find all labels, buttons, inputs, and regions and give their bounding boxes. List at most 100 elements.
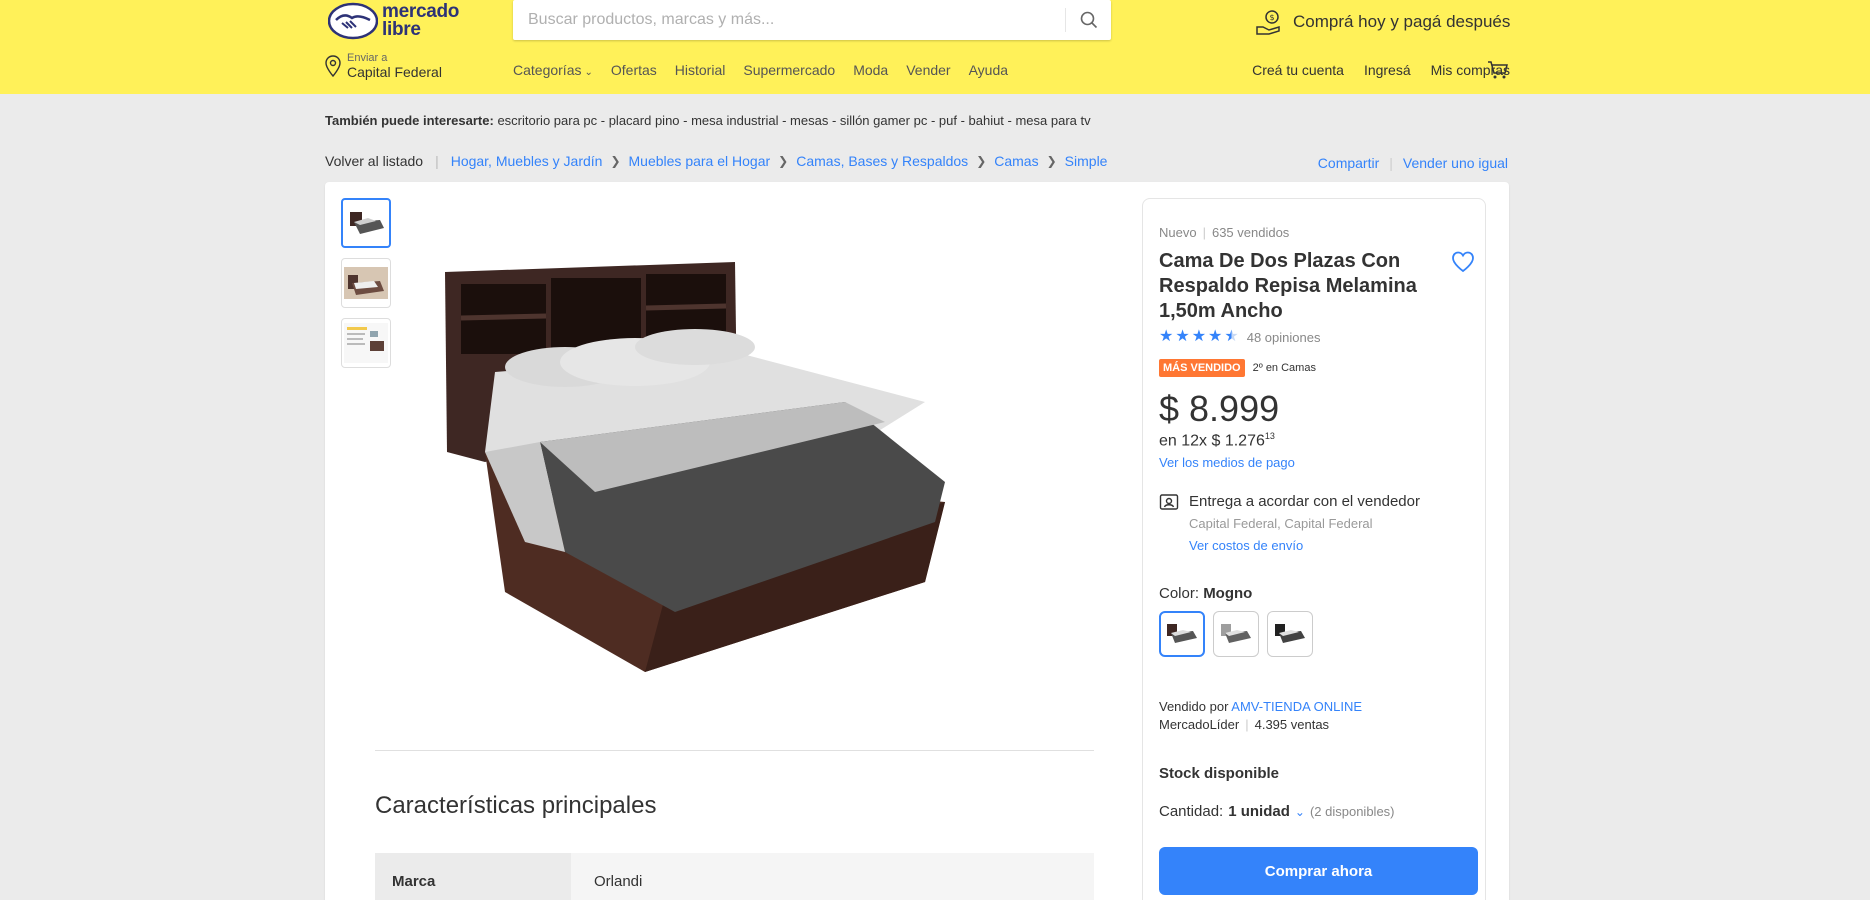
nav-historial[interactable]: Historial xyxy=(675,62,726,78)
chevron-right-icon: ❯ xyxy=(778,154,789,168)
share-actions: Compartir | Vender uno igual xyxy=(1318,155,1508,171)
heart-icon xyxy=(1452,251,1474,273)
quantity-value[interactable]: 1 unidad xyxy=(1228,803,1290,820)
seller-level: MercadoLíder xyxy=(1159,717,1240,732)
main-nav: Categorías ⌄ Ofertas Historial Supermerca… xyxy=(513,62,1008,78)
seller-reputation: MercadoLíder | 4.395 ventas xyxy=(1159,717,1329,732)
bed-thumbnail-image xyxy=(350,212,384,234)
features-title: Características principales xyxy=(375,792,657,819)
nav-supermercado[interactable]: Supermercado xyxy=(743,62,835,78)
related-searches-items[interactable]: escritorio para pc - placard pino - mesa… xyxy=(497,113,1090,128)
seller-info: Vendido por AMV-TIENDA ONLINE xyxy=(1159,699,1363,714)
category-rank[interactable]: 2º en Camas xyxy=(1253,362,1316,374)
breadcrumb-item[interactable]: Simple xyxy=(1065,153,1108,169)
product-condition: Nuevo xyxy=(1159,225,1197,240)
chevron-right-icon: ❯ xyxy=(610,154,621,168)
nav-vender[interactable]: Vender xyxy=(906,62,950,78)
nav-ayuda[interactable]: Ayuda xyxy=(969,62,1008,78)
color-swatch-3[interactable] xyxy=(1267,611,1313,657)
promo-banner[interactable]: $ Comprá hoy y pagá después xyxy=(1255,8,1510,36)
product-subtitle: Nuevo | 635 vendidos xyxy=(1159,225,1289,240)
stock-status: Stock disponible xyxy=(1159,765,1280,782)
buy-box: Nuevo | 635 vendidos Cama De Dos Plazas Co… xyxy=(1142,198,1486,900)
bed-dark-swatch-image xyxy=(1167,624,1197,643)
svg-text:$: $ xyxy=(1269,13,1274,22)
nav-ofertas[interactable]: Ofertas xyxy=(611,62,657,78)
installments-cents: 13 xyxy=(1264,431,1275,441)
shipping-costs-link[interactable]: Ver costos de envío xyxy=(1189,538,1303,553)
star-full-icon: ★ xyxy=(1175,328,1190,345)
breadcrumb-item[interactable]: Hogar, Muebles y Jardín xyxy=(451,153,603,169)
breadcrumb-item[interactable]: Camas xyxy=(994,153,1038,169)
login-link[interactable]: Ingresá xyxy=(1364,62,1411,78)
location-value: Capital Federal xyxy=(347,64,442,80)
quantity-selector[interactable]: Cantidad: 1 unidad ⌄ (2 disponibles) xyxy=(1159,803,1395,820)
create-account-link[interactable]: Creá tu cuenta xyxy=(1252,62,1344,78)
cart-icon xyxy=(1488,61,1508,79)
product-main-image[interactable] xyxy=(445,252,1005,722)
reviews-count: 48 opiniones xyxy=(1246,329,1321,345)
related-searches: También puede interesarte: escritorio pa… xyxy=(325,113,1091,128)
installments-amount: en 12x $ 1.276 xyxy=(1159,432,1265,450)
room-thumbnail-image xyxy=(344,267,388,299)
specs-thumbnail-image xyxy=(344,323,388,363)
color-swatch-2[interactable] xyxy=(1213,611,1259,657)
hand-money-icon: $ xyxy=(1256,10,1280,35)
nav-categorias[interactable]: Categorías ⌄ xyxy=(513,62,593,78)
star-full-icon: ★ xyxy=(1208,328,1223,345)
back-to-listing-link[interactable]: Volver al listado xyxy=(325,153,423,169)
thumbnail-2[interactable] xyxy=(341,258,391,308)
location-pin-icon xyxy=(325,55,341,77)
nav-moda[interactable]: Moda xyxy=(853,62,888,78)
thumbnail-1[interactable] xyxy=(341,198,391,248)
installments-info: en 12x $ 1.27613 xyxy=(1159,431,1275,450)
breadcrumb-item[interactable]: Camas, Bases y Respaldos xyxy=(796,153,968,169)
breadcrumb-separator: | xyxy=(435,153,439,169)
product-card: Características principales Marca Orland… xyxy=(325,182,1509,900)
payment-methods-link[interactable]: Ver los medios de pago xyxy=(1159,455,1295,470)
shipping-title: Entrega a acordar con el vendedor xyxy=(1189,493,1420,510)
search-button[interactable] xyxy=(1066,0,1111,40)
favorite-button[interactable] xyxy=(1451,251,1475,278)
thumbnail-3[interactable] xyxy=(341,318,391,368)
chevron-down-icon: ⌄ xyxy=(584,67,593,78)
location-label: Enviar a xyxy=(347,52,388,64)
mercadolibre-logo[interactable]: mercado libre xyxy=(328,0,459,42)
seller-separator: | xyxy=(1245,717,1249,732)
best-seller-badge: MÁS VENDIDO xyxy=(1159,359,1245,377)
bed-black-swatch-image xyxy=(1275,624,1305,643)
product-title: Cama De Dos Plazas Con Respaldo Repisa M… xyxy=(1159,250,1417,322)
breadcrumb: Volver al listado | Hogar, Muebles y Jar… xyxy=(325,153,1107,169)
search-input[interactable] xyxy=(513,0,1063,40)
subtitle-separator: | xyxy=(1202,225,1206,240)
account-nav: Creá tu cuenta Ingresá Mis compras xyxy=(1252,62,1510,78)
selected-color: Mogno xyxy=(1203,585,1253,602)
quantity-label: Cantidad: xyxy=(1159,803,1224,820)
color-swatch-mogno[interactable] xyxy=(1159,611,1205,657)
search-bar xyxy=(513,0,1111,40)
feature-value: Orlandi xyxy=(571,853,1094,900)
location-selector[interactable]: Enviar a Capital Federal xyxy=(325,50,442,82)
star-full-icon: ★ xyxy=(1191,328,1207,345)
bed-grey-swatch-image xyxy=(1221,624,1251,643)
seller-link[interactable]: AMV-TIENDA ONLINE xyxy=(1231,699,1362,714)
chevron-down-icon[interactable]: ⌄ xyxy=(1295,805,1305,819)
features-table: Marca Orlandi xyxy=(375,853,1094,900)
buy-now-button[interactable]: Comprar ahora xyxy=(1159,847,1478,895)
sell-similar-link[interactable]: Vender uno igual xyxy=(1403,155,1508,171)
chevron-right-icon: ❯ xyxy=(976,154,987,168)
promo-text: Comprá hoy y pagá después xyxy=(1293,12,1511,31)
product-price: $ 8.999 xyxy=(1159,388,1280,429)
product-rating[interactable]: ★ ★ ★ ★ ★ 48 opiniones xyxy=(1159,329,1320,345)
person-card-icon xyxy=(1159,493,1179,516)
chevron-right-icon: ❯ xyxy=(1046,154,1057,168)
breadcrumb-item[interactable]: Muebles para el Hogar xyxy=(629,153,771,169)
search-icon xyxy=(1080,11,1097,29)
feature-key: Marca xyxy=(375,853,571,900)
header: mercado libre $ Comprá hoy y pagá despué… xyxy=(0,0,1870,94)
share-link[interactable]: Compartir xyxy=(1318,155,1379,171)
highlight-row: MÁS VENDIDO 2º en Camas xyxy=(1159,359,1316,377)
star-half-icon: ★ xyxy=(1224,328,1239,345)
cart-button[interactable] xyxy=(1487,60,1509,85)
quantity-available: (2 disponibles) xyxy=(1309,804,1395,819)
